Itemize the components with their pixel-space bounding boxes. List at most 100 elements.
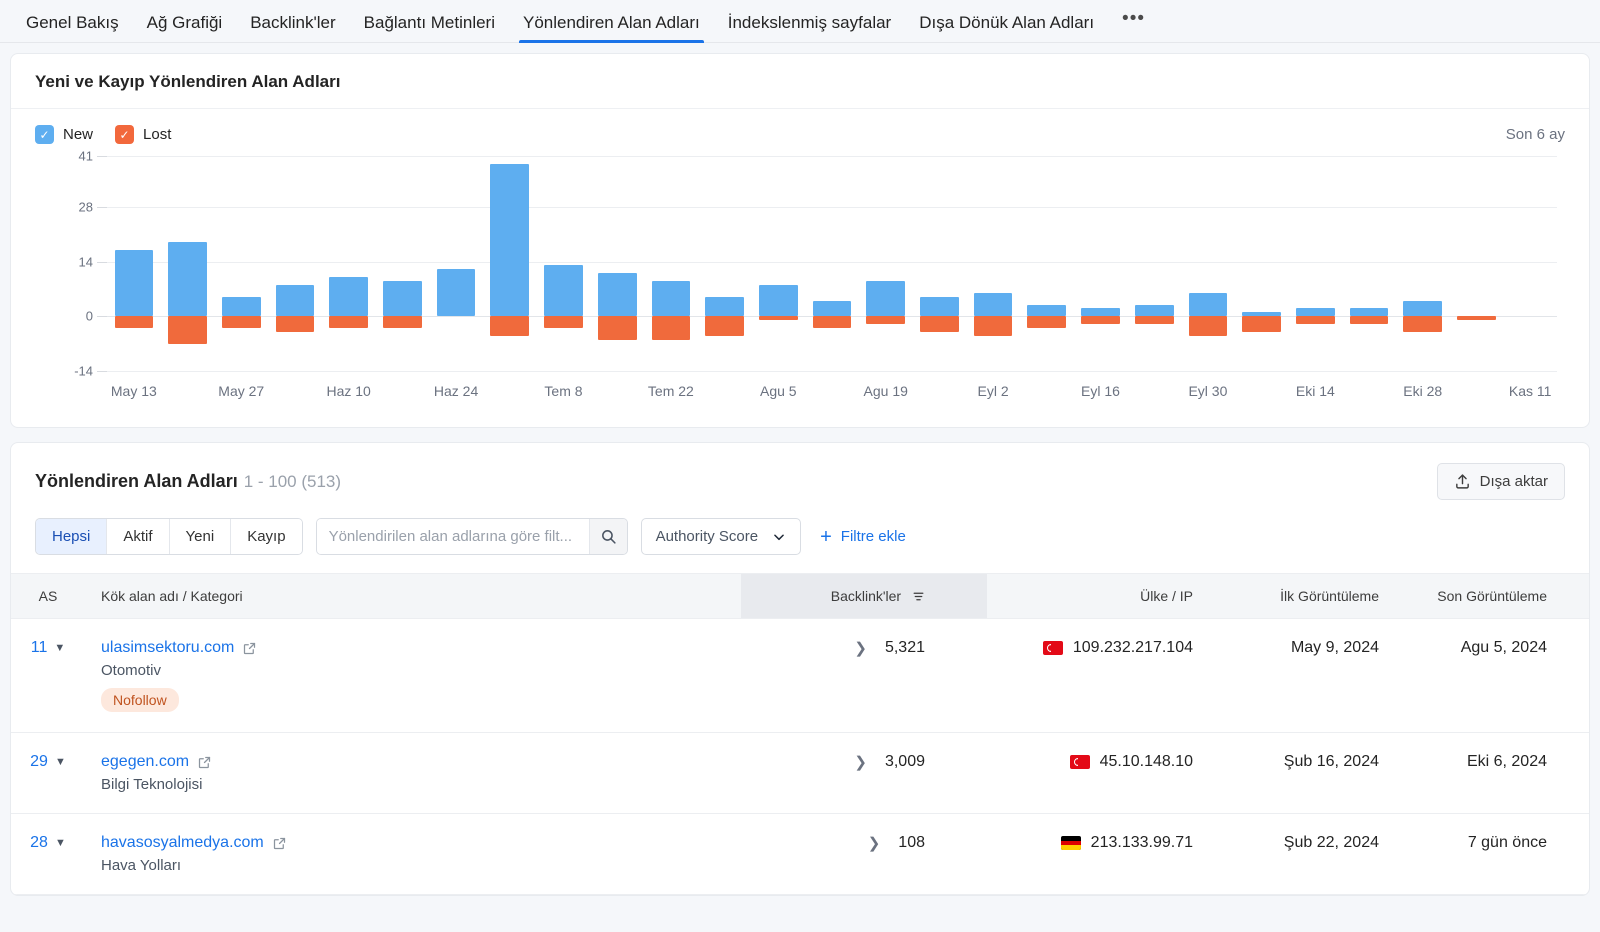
tab-backlinkler[interactable]: Backlink'ler [236, 14, 349, 42]
chart-bar-new [544, 265, 583, 317]
as-number: 28 [30, 834, 48, 851]
chevron-down-icon[interactable]: ▼ [55, 756, 66, 768]
chart-bar-group[interactable] [913, 156, 967, 371]
external-link-icon[interactable] [272, 836, 287, 851]
table-row[interactable]: 11 ▼ ulasimsektoru.com Otomotiv Nofollow ❯ 5,3… [11, 618, 1589, 733]
tab-ag-grafigi[interactable]: Ağ Grafiği [133, 14, 237, 42]
cell-domain: havasosyalmedya.com Hava Yolları [85, 813, 741, 895]
chart-bar-new [1403, 300, 1443, 317]
external-link-icon[interactable] [242, 641, 257, 656]
chart-bar-group[interactable] [483, 156, 537, 371]
chart-bar-group[interactable] [1342, 156, 1396, 371]
chart-bar-group[interactable] [429, 156, 483, 371]
legend-item-new[interactable]: ✓ New [35, 125, 93, 144]
chart-bar-group[interactable] [214, 156, 268, 371]
column-header-domain[interactable]: Kök alan adı / Kategori [85, 573, 741, 619]
tab-genel-bakis[interactable]: Genel Bakış [12, 14, 133, 42]
checkbox-lost-icon[interactable]: ✓ [115, 125, 135, 144]
chevron-right-icon[interactable]: ❯ [854, 639, 867, 657]
country-ip-group: 45.10.148.10 [1069, 753, 1193, 771]
chart-y-label: 28 [78, 199, 93, 215]
tab-baglanti-metinleri[interactable]: Bağlantı Metinleri [350, 14, 509, 42]
cell-domain: ulasimsektoru.com Otomotiv Nofollow [85, 618, 741, 733]
chart-bar-group[interactable] [805, 156, 859, 371]
domain-link[interactable]: egegen.com [101, 753, 189, 771]
external-link-icon[interactable] [197, 755, 212, 770]
backlinks-value-group[interactable]: ❯ 108 [868, 834, 925, 852]
chart-bar-group[interactable] [376, 156, 430, 371]
cell-authority-score[interactable]: 29 ▼ [11, 732, 85, 814]
authority-score-value[interactable]: 28 ▼ [30, 834, 66, 852]
filter-kayip[interactable]: Kayıp [231, 519, 302, 554]
more-tabs-icon[interactable]: ••• [1108, 8, 1159, 42]
chart-bar-group[interactable] [1020, 156, 1074, 371]
chart-canvas: 41 28 14 0 -14 [74, 149, 1557, 379]
cell-backlinks[interactable]: ❯ 5,321 [741, 618, 987, 733]
cell-backlinks[interactable]: ❯ 108 [741, 813, 987, 895]
chart-bar-group[interactable] [644, 156, 698, 371]
tab-yonlendiren-alan-adlari[interactable]: Yönlendiren Alan Adları [509, 14, 714, 43]
chart-bar-group[interactable] [859, 156, 913, 371]
backlinks-value-group[interactable]: ❯ 5,321 [854, 639, 925, 657]
legend-item-lost[interactable]: ✓ Lost [115, 125, 171, 144]
domain-link-row[interactable]: havasosyalmedya.com [101, 834, 741, 852]
chart-bar-group[interactable] [1074, 156, 1128, 371]
as-number: 11 [30, 639, 48, 656]
domain-link-row[interactable]: egegen.com [101, 753, 741, 771]
cell-authority-score[interactable]: 28 ▼ [11, 813, 85, 895]
chart-bar-group[interactable] [966, 156, 1020, 371]
cell-authority-score[interactable]: 11 ▼ [11, 618, 85, 733]
chart-bar-group[interactable] [751, 156, 805, 371]
authority-score-value[interactable]: 11 ▼ [31, 639, 66, 657]
column-header-country-ip[interactable]: Ülke / IP [987, 573, 1217, 619]
export-button[interactable]: Dışa aktar [1436, 463, 1565, 500]
chart-bar-group[interactable] [268, 156, 322, 371]
chevron-down-icon[interactable]: ▼ [54, 642, 65, 654]
chart-bar-lost [920, 316, 959, 332]
search-input[interactable] [316, 519, 589, 554]
chart-bar-group[interactable] [161, 156, 215, 371]
tab-indekslenmis-sayfalar[interactable]: İndekslenmiş sayfalar [714, 14, 905, 42]
chart-bar-group[interactable] [1127, 156, 1181, 371]
column-header-as[interactable]: AS [11, 573, 85, 619]
backlinks-value-group[interactable]: ❯ 3,009 [854, 753, 925, 771]
filter-aktif[interactable]: Aktif [107, 519, 170, 554]
chart-bar-group[interactable] [1288, 156, 1342, 371]
filter-yeni[interactable]: Yeni [169, 519, 232, 554]
chart-x-label: Eki 14 [1295, 383, 1335, 399]
backlinks-count: 5,321 [884, 639, 925, 656]
column-header-first-seen[interactable]: İlk Görüntüleme [1217, 573, 1403, 619]
chevron-right-icon[interactable]: ❯ [854, 753, 867, 771]
chart-bar-group[interactable] [1396, 156, 1450, 371]
chart-bar-group[interactable] [107, 156, 161, 371]
chart-bar-group[interactable] [1503, 156, 1557, 371]
add-filter-button[interactable]: + Filtre ekle [820, 527, 906, 547]
chevron-right-icon[interactable]: ❯ [868, 834, 881, 852]
domain-link[interactable]: havasosyalmedya.com [101, 834, 264, 852]
backlinks-count: 108 [898, 834, 925, 851]
column-header-backlinks[interactable]: Backlink'ler [741, 573, 987, 619]
domain-link-row[interactable]: ulasimsektoru.com [101, 639, 741, 657]
domain-link[interactable]: ulasimsektoru.com [101, 639, 234, 657]
chart-bar-group[interactable] [537, 156, 591, 371]
chevron-down-icon[interactable]: ▼ [55, 837, 66, 849]
cell-backlinks[interactable]: ❯ 3,009 [741, 732, 987, 814]
tab-disa-donuk-alan-adlari[interactable]: Dışa Dönük Alan Adları [905, 14, 1108, 42]
chart-plot-area: 41 28 14 0 -14 [35, 149, 1565, 379]
chart-bar-group[interactable] [322, 156, 376, 371]
table-row[interactable]: 28 ▼ havasosyalmedya.com Hava Yolları ❯ 108 21… [11, 813, 1589, 895]
chart-bar-group[interactable] [590, 156, 644, 371]
chart-bar-group[interactable] [1235, 156, 1289, 371]
chart-bar-group[interactable] [1181, 156, 1235, 371]
chart-bar-group[interactable] [1450, 156, 1504, 371]
table-title: Yönlendiren Alan Adları [35, 471, 238, 491]
column-header-last-seen[interactable]: Son Görüntüleme [1403, 573, 1589, 619]
table-row[interactable]: 29 ▼ egegen.com Bilgi Teknolojisi ❯ 3,009 45.1… [11, 732, 1589, 814]
authority-score-select[interactable]: Authority Score [640, 518, 802, 555]
search-button[interactable] [588, 519, 627, 554]
filter-hepsi[interactable]: Hepsi [36, 519, 108, 554]
authority-score-value[interactable]: 29 ▼ [30, 753, 66, 771]
chart-bar-group[interactable] [698, 156, 752, 371]
checkbox-new-icon[interactable]: ✓ [35, 125, 54, 144]
chart-bar-new [1188, 292, 1228, 317]
